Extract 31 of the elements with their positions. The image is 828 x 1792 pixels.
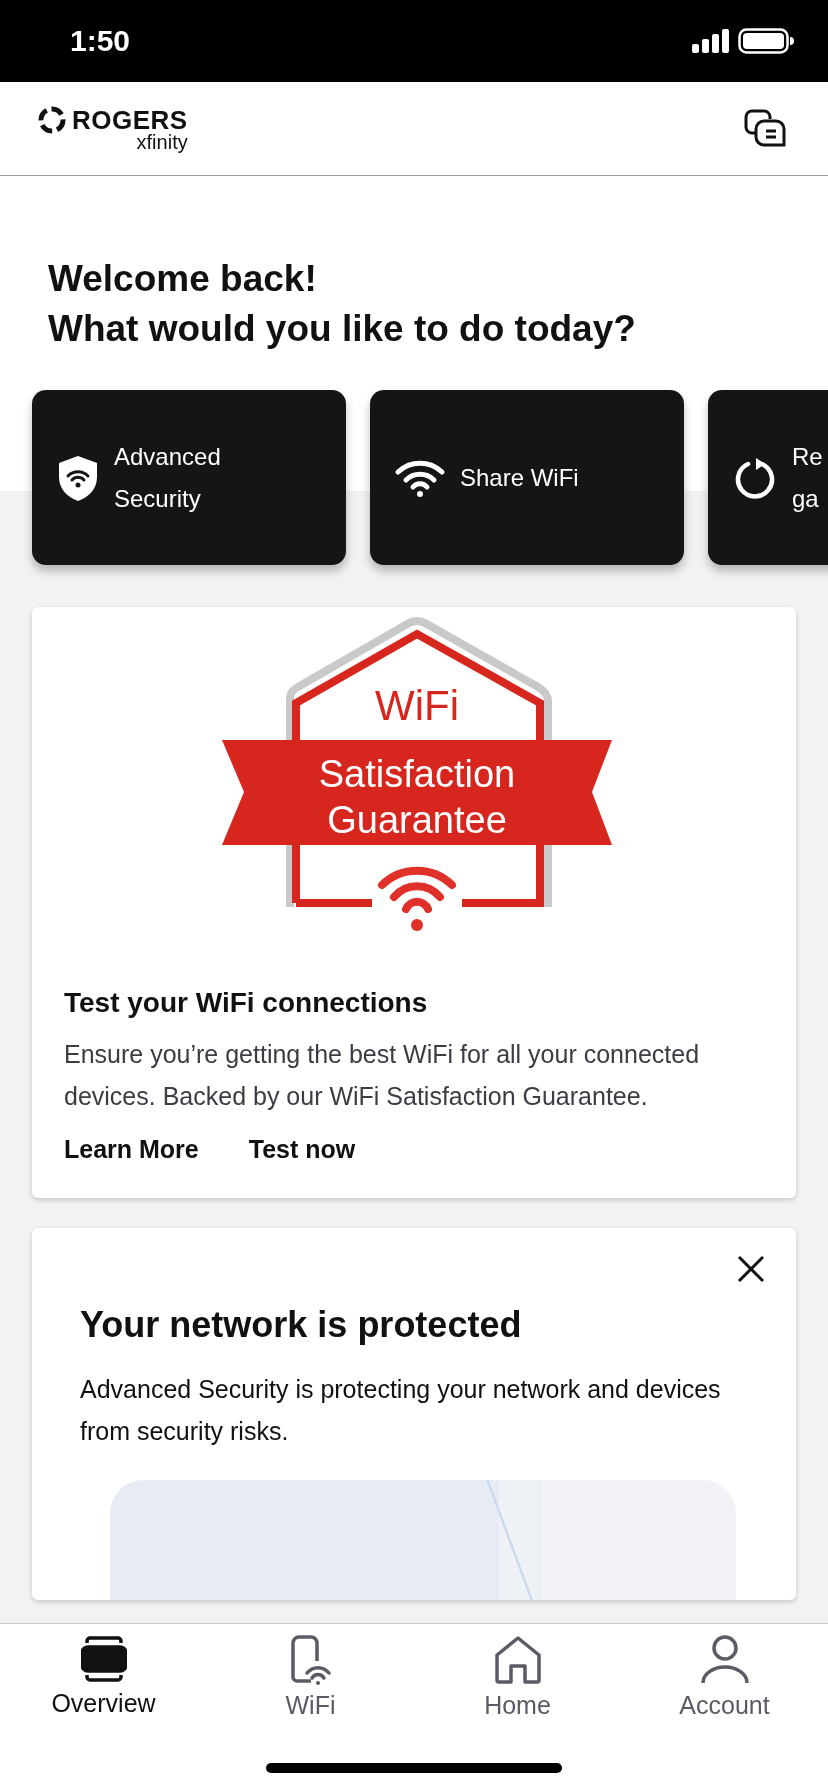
card-description: Ensure you’re getting the best WiFi for all your connected devices. Backed by our WiFi Satisfaction Guarantee.: [64, 1039, 701, 1112]
signal-icon: [692, 29, 730, 53]
card-description: Advanced Security is protecting your network and devices from security risks.: [80, 1374, 722, 1447]
logo-icon: [38, 105, 66, 134]
card-link[interactable]: Test now: [248, 1135, 356, 1164]
tab-bar-item[interactable]: WiFi: [207, 1634, 414, 1721]
close-icon: [736, 1254, 766, 1284]
sub-brand: xfinity: [136, 131, 188, 152]
tab-bar-item[interactable]: Account: [621, 1634, 828, 1721]
card-link[interactable]: Learn More: [64, 1135, 199, 1164]
tab-bar-item[interactable]: Home: [414, 1634, 621, 1721]
card-title: Your network is protected: [80, 1304, 523, 1346]
quick-action-card[interactable]: Re ga: [708, 390, 828, 565]
greeting-heading: Welcome back!: [48, 257, 318, 301]
house-icon: [493, 1635, 542, 1685]
quick-action-card[interactable]: Share WiFi: [370, 390, 684, 565]
person-icon: [699, 1635, 750, 1685]
quick-action-card[interactable]: Advanced Security: [32, 390, 346, 565]
chat-button[interactable]: [744, 108, 786, 149]
tab-bar-item[interactable]: Overview: [0, 1634, 207, 1721]
phone-wifi-icon: [288, 1635, 333, 1685]
card-title: Test your WiFi connections: [64, 987, 429, 1019]
greeting-heading: What would you like to do today?: [48, 307, 637, 351]
battery-icon: [738, 28, 794, 54]
wifi-guarantee-badge: WiFi Satisfaction Guarantee: [204, 607, 624, 947]
clock: 1:50: [70, 24, 131, 58]
brand-name: ROGERS: [72, 105, 188, 134]
chat-icon: [744, 108, 786, 149]
shield-wifi-icon: [56, 453, 100, 502]
close-button[interactable]: [736, 1254, 766, 1284]
overview-icon: [80, 1635, 127, 1683]
